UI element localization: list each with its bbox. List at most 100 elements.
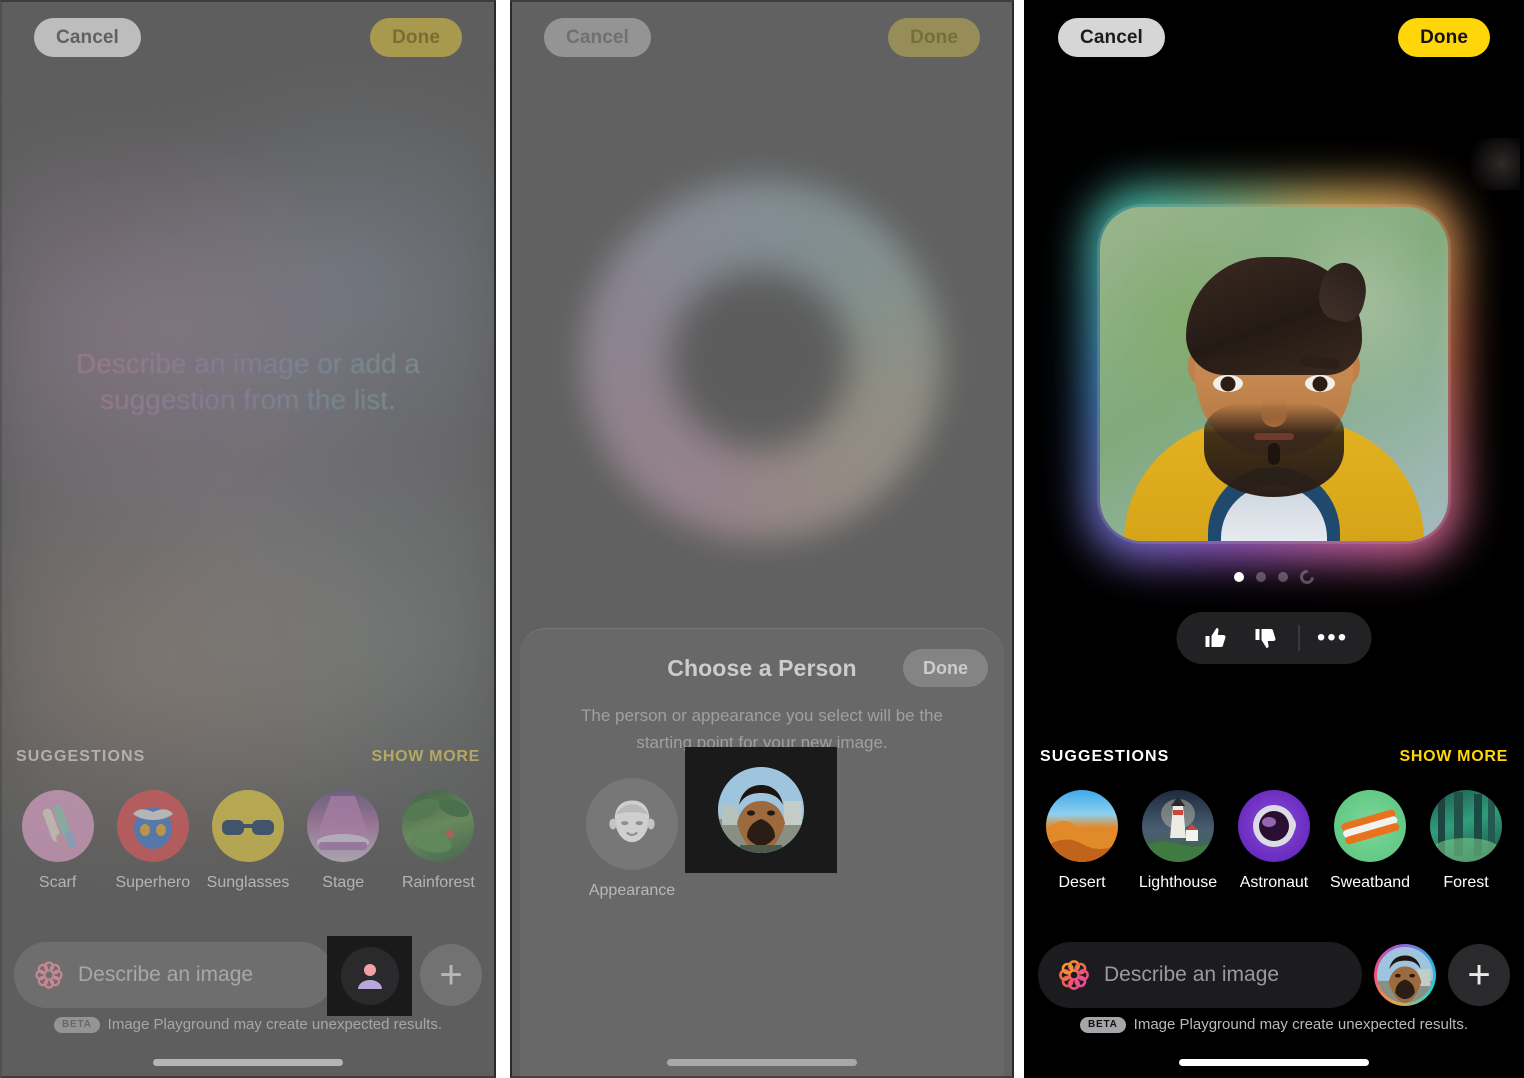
suggestion-item[interactable]: Sweatband — [1322, 790, 1418, 892]
top-bar: Cancel Done — [510, 0, 1014, 74]
siri-orb — [510, 150, 1014, 570]
hero-prompt-text: Describe an image or add a suggestion fr… — [0, 346, 496, 418]
suggestions-row: Desert Lighthouse Astronaut Sweatband Fo… — [1024, 790, 1524, 892]
apple-intelligence-icon — [1058, 959, 1090, 991]
page-dot[interactable] — [1256, 572, 1266, 582]
plus-icon: + — [439, 953, 463, 997]
suggestion-label: Astronaut — [1239, 874, 1309, 891]
suggestion-label: Sunglasses — [206, 874, 290, 891]
stage-lights-icon — [307, 790, 380, 862]
suggestions-row: Scarf Superhero Sunglasses Stage Rainfor… — [0, 790, 496, 892]
scarf-icon — [21, 790, 94, 862]
apple-intelligence-icon — [34, 960, 64, 990]
cancel-button[interactable]: Cancel — [544, 17, 651, 57]
portrait-illustration — [1100, 207, 1448, 541]
edge-glow — [1460, 138, 1520, 190]
suggestion-label: Lighthouse — [1138, 874, 1218, 891]
forest-icon — [1430, 790, 1502, 862]
generated-image[interactable] — [1100, 207, 1448, 541]
appearance-label: Appearance — [588, 882, 676, 900]
refresh-icon[interactable] — [1297, 567, 1317, 587]
highlight-callout-person-button — [327, 936, 412, 1016]
sheet-header: Choose a Person Done — [520, 649, 1004, 687]
suggestion-label: Scarf — [38, 874, 77, 891]
suggestion-item[interactable]: Lighthouse — [1130, 790, 1226, 892]
home-indicator — [667, 1059, 857, 1066]
beta-badge: BETA — [53, 1016, 100, 1033]
astronaut-helmet-icon — [1238, 790, 1310, 862]
done-button[interactable]: Done — [370, 17, 462, 57]
suggestion-label: Forest — [1443, 874, 1489, 891]
suggestion-item[interactable]: Astronaut — [1226, 790, 1322, 892]
canvas-color-wash — [0, 0, 496, 1078]
sweatband-icon — [1334, 790, 1406, 862]
home-indicator — [153, 1059, 343, 1066]
cancel-button[interactable]: Cancel — [34, 17, 141, 57]
show-more-button[interactable]: SHOW MORE — [371, 748, 480, 766]
suggestion-item[interactable]: Forest — [1418, 790, 1514, 892]
suggestion-item[interactable]: Desert — [1034, 790, 1130, 892]
top-bar: Cancel Done — [1024, 0, 1524, 74]
superhero-mask-icon — [116, 790, 189, 862]
beta-text: Image Playground may create unexpected r… — [1133, 1016, 1469, 1033]
more-options-button[interactable]: ••• — [1310, 615, 1356, 661]
suggestions-title: SUGGESTIONS — [1040, 748, 1170, 765]
top-bar: Cancel Done — [0, 0, 496, 74]
sheet-title: Choose a Person — [667, 655, 857, 681]
appearance-option[interactable]: Appearance — [586, 778, 678, 900]
avatar-image — [1377, 947, 1433, 1003]
sheet-done-button[interactable]: Done — [903, 649, 988, 687]
suggestion-label: Stage — [322, 874, 365, 891]
rainforest-icon — [402, 790, 475, 862]
highlight-callout-person-photo — [685, 747, 837, 873]
beta-text: Image Playground may create unexpected r… — [107, 1016, 443, 1033]
ellipsis-icon: ••• — [1316, 624, 1349, 651]
page-dot-active[interactable] — [1234, 572, 1244, 582]
cancel-button[interactable]: Cancel — [1058, 17, 1165, 57]
done-button[interactable]: Done — [1398, 17, 1490, 57]
desert-dune-icon — [1046, 790, 1118, 862]
show-more-button[interactable]: SHOW MORE — [1399, 748, 1508, 766]
suggestions-header: SUGGESTIONS SHOW MORE — [16, 748, 480, 766]
describe-input[interactable]: Describe an image — [1038, 942, 1362, 1008]
beta-badge: BETA — [1079, 1016, 1126, 1033]
thumbs-down-button[interactable] — [1243, 615, 1289, 661]
panel-result: Cancel Done ••• SUGGESTIONS SHOW MORE De… — [1024, 0, 1524, 1078]
choose-person-button-highlighted[interactable] — [340, 947, 399, 1005]
describe-input[interactable]: Describe an image — [14, 942, 334, 1008]
beta-disclaimer: BETA Image Playground may create unexpec… — [0, 1016, 496, 1033]
done-button[interactable]: Done — [888, 17, 980, 57]
suggestions-title: SUGGESTIONS — [16, 748, 146, 765]
beta-disclaimer: BETA Image Playground may create unexpec… — [1024, 1016, 1524, 1033]
describe-input-placeholder: Describe an image — [78, 963, 254, 986]
add-button[interactable]: + — [1448, 944, 1510, 1006]
image-pagination[interactable] — [1024, 567, 1524, 587]
suggestion-item[interactable]: Rainforest — [391, 790, 486, 892]
panel-describe: Describe an image or add a suggestion fr… — [0, 0, 496, 1078]
suggestion-label: Superhero — [115, 874, 191, 891]
result-action-bar: ••• — [1176, 612, 1372, 664]
add-button[interactable]: + — [420, 944, 482, 1006]
suggestion-label: Rainforest — [401, 874, 475, 891]
home-indicator — [1179, 1059, 1369, 1066]
generated-image-area[interactable] — [1024, 188, 1524, 560]
action-separator — [1298, 625, 1300, 651]
panel-divider — [1014, 0, 1024, 1078]
suggestion-label: Sweatband — [1329, 874, 1411, 891]
three-panel-screenshot-strip: Describe an image or add a suggestion fr… — [0, 0, 1524, 1078]
thumbs-up-button[interactable] — [1193, 615, 1239, 661]
suggestion-label: Desert — [1058, 874, 1106, 891]
appearance-face-icon — [586, 778, 678, 871]
suggestion-item[interactable]: Stage — [296, 790, 391, 892]
panel-divider — [496, 0, 510, 1078]
person-photo-avatar[interactable] — [718, 767, 804, 853]
page-dot[interactable] — [1278, 572, 1288, 582]
suggestions-header: SUGGESTIONS SHOW MORE — [1040, 748, 1508, 766]
suggestion-item[interactable]: Scarf — [10, 790, 105, 892]
user-avatar[interactable] — [1374, 944, 1436, 1006]
suggestion-item[interactable]: Superhero — [105, 790, 200, 892]
plus-icon: + — [1467, 953, 1491, 997]
suggestion-item[interactable]: Sunglasses — [200, 790, 295, 892]
prompt-input-bar: Describe an image + — [1038, 942, 1510, 1008]
describe-input-placeholder: Describe an image — [1104, 963, 1280, 986]
